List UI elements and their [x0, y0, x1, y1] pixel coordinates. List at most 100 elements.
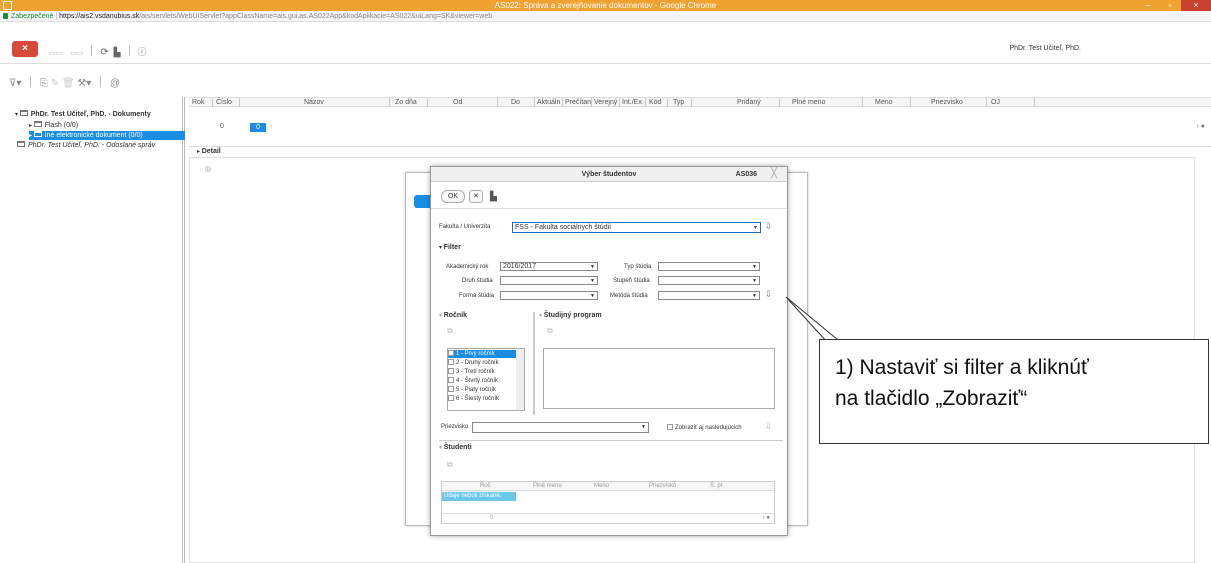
download-arrow-icon[interactable]: ⇩: [765, 221, 773, 232]
col-studijny-program[interactable]: Š. pr.: [710, 483, 724, 489]
study-form-label: Forma štúdia: [459, 293, 495, 299]
copy-icon[interactable]: ⧉: [547, 326, 553, 336]
col-precitany[interactable]: Prečítan: [565, 99, 591, 106]
edit-icon[interactable]: ✎: [51, 78, 59, 89]
col-verejny[interactable]: Verejný: [594, 99, 617, 106]
study-kind-select[interactable]: [500, 276, 598, 285]
email-icon[interactable]: @: [110, 78, 120, 89]
col-priezvisko[interactable]: Priezvisko: [931, 99, 963, 106]
tree-item-flash[interactable]: ▸ Flash (0/0): [29, 121, 78, 130]
col-cislo[interactable]: Číslo: [216, 99, 232, 106]
col-rok[interactable]: Rok: [192, 99, 204, 106]
folder-icon: [19, 110, 28, 116]
list-item[interactable]: 2 - Druhý ročník: [448, 359, 499, 367]
col-pridany[interactable]: Pridaný: [737, 99, 761, 106]
dialog-title: Výber študentov: [431, 167, 787, 182]
app-icon: [3, 1, 12, 10]
maximize-button[interactable]: ▫: [1159, 0, 1181, 11]
col-int-ex[interactable]: Int./Ex: [622, 99, 642, 106]
list-item[interactable]: 3 - Tretí ročník: [448, 368, 495, 376]
surname-input[interactable]: [472, 422, 649, 433]
study-type-select[interactable]: [658, 262, 760, 271]
student-selection-dialog: Výber študentov AS036 ╳ OK ✕ ▙ Fakulta /…: [430, 166, 788, 536]
academic-year-label: Akademický rok: [446, 264, 489, 270]
lock-icon: [3, 13, 8, 19]
copy-icon[interactable]: ⧉: [447, 326, 453, 336]
program-section-header[interactable]: ▾ Študijný program: [539, 312, 602, 319]
url-path: /ais/servlets/WebUIServlet?appClassName=…: [139, 13, 493, 20]
detail-section-header[interactable]: ▸ Detail: [189, 146, 1211, 155]
folder-icon: [33, 121, 42, 127]
col-priezvisko[interactable]: Priezvisko: [649, 483, 676, 489]
col-nazov[interactable]: Názov: [304, 99, 324, 106]
tree-item-other-docs[interactable]: ▸ Iné elektronické dokument (0/0): [29, 131, 185, 140]
tree-root[interactable]: ▾ PhDr. Test Učiteľ, PhD. - Dokumenty: [15, 110, 151, 119]
ok-button[interactable]: OK: [441, 190, 465, 203]
col-zo-dna[interactable]: Zo dňa: [395, 99, 417, 106]
chart-icon[interactable]: ▙: [490, 191, 497, 202]
col-meno[interactable]: Meno: [594, 483, 609, 489]
study-kind-label: Druh štúdia: [462, 278, 493, 284]
tools-icon[interactable]: ⚒▾: [77, 78, 91, 89]
faculty-select[interactable]: FSS - Fakulta sociálnych štúdií: [512, 222, 761, 233]
list-item[interactable]: 1 - Prvý ročník: [448, 350, 516, 358]
window-title: AS022: Správa a zverejňovanie dokumentov…: [494, 1, 717, 10]
copy-icon[interactable]: ⧉: [447, 460, 453, 470]
study-level-label: Stupeň štúdia: [613, 278, 650, 284]
students-pager: 0 › ●: [442, 513, 774, 523]
study-type-label: Typ štúdia: [624, 264, 652, 270]
info-icon[interactable]: ⓘ: [138, 47, 147, 57]
pager-value[interactable]: 0: [490, 515, 493, 521]
window-close-button[interactable]: ×: [1181, 0, 1211, 11]
program-panel: ▾ Študijný program ⧉: [539, 312, 783, 415]
show-following-checkbox[interactable]: Zobraziť aj nasledujúcich: [667, 424, 742, 431]
documents-pager: 0 0 ‹ › ●: [220, 123, 1205, 132]
col-plne-meno[interactable]: Plné meno: [792, 99, 825, 106]
new-document-icon[interactable]: ⎘: [40, 78, 48, 89]
col-od[interactable]: Od: [453, 99, 462, 106]
delete-icon[interactable]: 🗑: [62, 78, 75, 89]
undo-icon[interactable]: ▭▭: [49, 50, 62, 57]
download-arrow-icon[interactable]: ⇩: [765, 289, 773, 300]
download-arrow-icon[interactable]: ⇩: [765, 421, 773, 432]
students-section-header[interactable]: ▾ Študenti: [439, 444, 472, 451]
study-form-select[interactable]: [500, 291, 598, 300]
col-meno[interactable]: Meno: [875, 99, 893, 106]
dialog-close-icon[interactable]: ╳: [771, 169, 777, 179]
filter-section-header[interactable]: ▾ Filter: [439, 244, 461, 251]
col-kod[interactable]: Kód: [649, 99, 661, 106]
toolbar-divider: [0, 63, 1211, 64]
year-list: 1 - Prvý ročník 2 - Druhý ročník 3 - Tre…: [447, 348, 525, 411]
col-do[interactable]: Do: [511, 99, 520, 106]
cancel-button[interactable]: ✕: [469, 190, 483, 203]
documents-table-header: Rok Číslo Názov Zo dňa Od Do Aktuáln Pre…: [189, 97, 1211, 107]
col-typ[interactable]: Typ: [673, 99, 684, 106]
callout-line-1: 1) Nastaviť si filter a kliknúť: [835, 356, 1089, 379]
scrollbar[interactable]: [516, 349, 524, 410]
refresh-icon[interactable]: ⟳: [100, 47, 108, 58]
year-section-header[interactable]: ▾ Ročník: [439, 312, 467, 319]
study-level-select[interactable]: [658, 276, 760, 285]
list-item[interactable]: 6 - Šiesty ročník: [448, 395, 499, 403]
filter-icon[interactable]: ⊽▾: [9, 78, 21, 89]
list-item[interactable]: 4 - Štvrtý ročník: [448, 377, 498, 385]
academic-year-select[interactable]: 2016/2017: [500, 262, 598, 271]
col-plne-meno[interactable]: Plné meno: [533, 483, 562, 489]
chart-icon[interactable]: ▙: [114, 47, 121, 57]
address-bar[interactable]: Zabezpečené | https://ais2.vsdanubius.sk…: [0, 11, 1211, 22]
col-oj[interactable]: OJ: [991, 99, 1000, 106]
col-roc[interactable]: Roč: [480, 483, 491, 489]
close-app-button[interactable]: ×: [12, 41, 38, 57]
pager-current[interactable]: 0: [250, 123, 266, 132]
redo-icon[interactable]: ▭▭: [70, 50, 83, 57]
col-aktualny[interactable]: Aktuáln: [537, 99, 560, 106]
list-item[interactable]: 5 - Piaty ročník: [448, 386, 496, 394]
zoom-icon[interactable]: ⊕: [204, 164, 212, 175]
secure-label: Zabezpečené: [11, 13, 54, 20]
study-method-select[interactable]: [658, 291, 760, 300]
program-list: [543, 348, 775, 409]
minimize-button[interactable]: –: [1137, 0, 1159, 11]
no-data-message: Údaje neboli získané.: [442, 492, 516, 501]
pager-prev[interactable]: 0: [220, 123, 224, 130]
tree-sent-root[interactable]: PhDr. Test Učiteľ, PhD. - Odoslané správ: [17, 141, 183, 150]
